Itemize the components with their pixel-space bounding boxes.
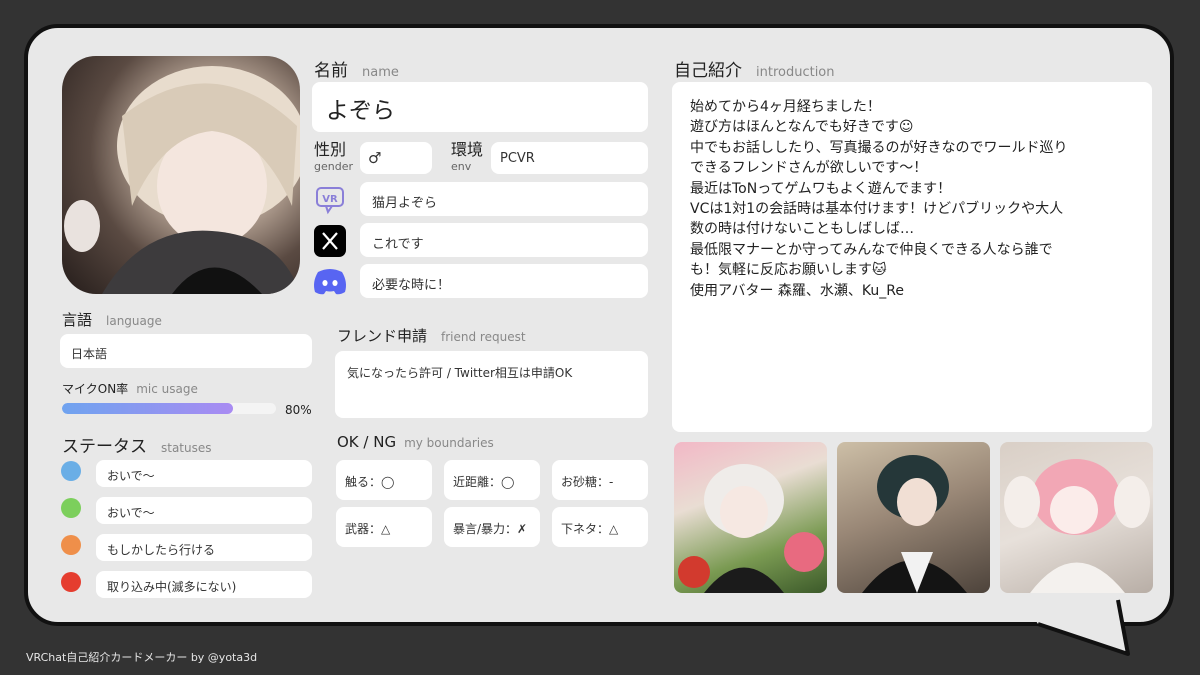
- boundary-item-text: 暴言/暴力：✗: [453, 522, 528, 536]
- boundary-item: 暴言/暴力：✗: [444, 507, 540, 547]
- introduction-label: 自己紹介: [674, 61, 742, 81]
- mic-usage-percent: 80%: [285, 403, 312, 417]
- introduction-heading: 自己紹介 introduction: [674, 56, 835, 81]
- gallery-photo: [837, 442, 990, 593]
- vrchat-account-value: 猫月よぞら: [372, 196, 438, 211]
- status-color-dot: [61, 535, 81, 555]
- introduction-line: 遊び方はほんとなんでも好きです☺: [690, 119, 914, 136]
- boundary-item-text: 武器：△: [345, 522, 391, 536]
- mic-label: マイクON率: [62, 382, 129, 396]
- boundaries-label: OK / NG: [337, 433, 397, 451]
- name-label: 名前: [314, 61, 348, 81]
- gender-label: 性別: [314, 140, 347, 159]
- gallery-photo: [1000, 442, 1153, 593]
- x-account-value: これです: [372, 237, 424, 252]
- introduction-line: 中でもお話ししたり、写真撮るのが好きなのでワールド巡り: [690, 139, 1068, 156]
- friend-request-heading: フレンド申請 friend request: [337, 325, 526, 346]
- env-sublabel: env: [451, 160, 472, 173]
- gender-heading: 性別 gender: [314, 142, 353, 175]
- discord-icon: [314, 269, 346, 295]
- boundary-item-text: お砂糖：-: [561, 475, 614, 489]
- boundary-item: お砂糖：-: [552, 460, 648, 500]
- introduction-sublabel: introduction: [756, 65, 835, 80]
- mic-sublabel: mic usage: [136, 382, 198, 396]
- boundary-item: 武器：△: [336, 507, 432, 547]
- boundary-item: 触る：◯: [336, 460, 432, 500]
- boundaries-sublabel: my boundaries: [404, 436, 494, 450]
- x-account-field: これです: [360, 223, 648, 257]
- status-color-dot: [61, 461, 81, 481]
- language-value: 日本語: [71, 347, 108, 361]
- language-label: 言語: [62, 311, 93, 329]
- introduction-line: 使用アバター 森羅、水瀬、Ku_Re: [690, 282, 904, 299]
- boundary-item-text: 近距離：◯: [453, 475, 515, 489]
- introduction-line: 始めてから4ヶ月経ちました！: [690, 99, 881, 115]
- statuses-sublabel: statuses: [161, 441, 212, 455]
- env-value: PCVR: [500, 151, 535, 166]
- vrchat-account-field: 猫月よぞら: [360, 182, 648, 216]
- introduction-line: 最近はToNってゲムワもよく遊んでます！: [690, 180, 952, 197]
- introduction-line: も！気軽に反応お願いします🐱: [690, 262, 887, 279]
- boundary-item-text: 下ネタ：△: [561, 522, 619, 536]
- name-sublabel: name: [362, 65, 399, 80]
- svg-text:VR: VR: [322, 194, 338, 205]
- status-item: もしかしたら行ける: [96, 534, 312, 561]
- env-heading: 環境 env: [451, 142, 483, 175]
- introduction-line: 数の時は付けないこともしばしば…: [690, 221, 914, 238]
- gender-sublabel: gender: [314, 160, 353, 173]
- env-label: 環境: [451, 140, 484, 159]
- status-item: おいで〜: [96, 497, 312, 524]
- status-color-dot: [61, 572, 81, 592]
- friend-request-field: 気になったら許可 / Twitter相互は申請OK: [335, 351, 648, 418]
- name-field: よぞら: [312, 82, 648, 132]
- avatar-image: [62, 56, 300, 294]
- speech-bubble-tail: [1020, 598, 1130, 656]
- statuses-heading: ステータス statuses: [62, 432, 212, 457]
- introduction-text: 始めてから4ヶ月経ちました！ 遊び方はほんとなんでも好きです☺ 中でもお話ししたり、…: [690, 97, 1067, 301]
- language-heading: 言語 language: [62, 309, 162, 330]
- introduction-line: できるフレンドさんが欲しいです〜！: [690, 160, 928, 177]
- introduction-line: 最低限マナーとか守ってみんなで仲良くできる人なら誰で: [690, 241, 1053, 258]
- status-item-text: もしかしたら行ける: [107, 543, 216, 557]
- mic-usage-fill: [62, 403, 234, 414]
- introduction-field: 始めてから4ヶ月経ちました！ 遊び方はほんとなんでも好きです☺ 中でもお話ししたり、…: [672, 82, 1152, 432]
- mic-heading: マイクON率 mic usage: [62, 380, 198, 397]
- statuses-label: ステータス: [62, 437, 147, 457]
- status-item: おいで〜: [96, 460, 312, 487]
- boundaries-heading: OK / NG my boundaries: [337, 433, 494, 451]
- language-sublabel: language: [106, 314, 162, 328]
- gallery-photo: [674, 442, 827, 593]
- boundary-item-text: 触る：◯: [345, 475, 395, 489]
- status-item: 取り込み中(滅多にない): [96, 571, 312, 598]
- env-field: PCVR: [491, 142, 648, 174]
- boundary-item: 下ネタ：△: [552, 507, 648, 547]
- boundary-item: 近距離：◯: [444, 460, 540, 500]
- gender-field: ♂: [360, 142, 432, 174]
- status-item-text: 取り込み中(滅多にない): [107, 580, 237, 594]
- discord-account-value: 必要な時に！: [372, 278, 451, 293]
- friend-request-label: フレンド申請: [337, 327, 428, 345]
- introduction-line: VCは1対1の会話時は基本付けます！けどパブリックや大人: [690, 201, 1064, 218]
- friend-request-value: 気になったら許可 / Twitter相互は申請OK: [347, 366, 573, 380]
- mic-usage-track: [62, 403, 276, 414]
- footer-credit: VRChat自己紹介カードメーカー by @yota3d: [26, 651, 258, 664]
- discord-account-field: 必要な時に！: [360, 264, 648, 298]
- status-color-dot: [61, 498, 81, 518]
- friend-request-sublabel: friend request: [441, 330, 526, 344]
- gender-value: ♂: [368, 149, 382, 167]
- name-value: よぞら: [326, 98, 395, 124]
- x-icon: [314, 225, 346, 257]
- status-item-text: おいで〜: [107, 506, 155, 520]
- name-heading: 名前 name: [314, 56, 399, 81]
- vrchat-icon: VR: [316, 187, 344, 215]
- language-field: 日本語: [60, 334, 312, 368]
- status-item-text: おいで〜: [107, 469, 155, 483]
